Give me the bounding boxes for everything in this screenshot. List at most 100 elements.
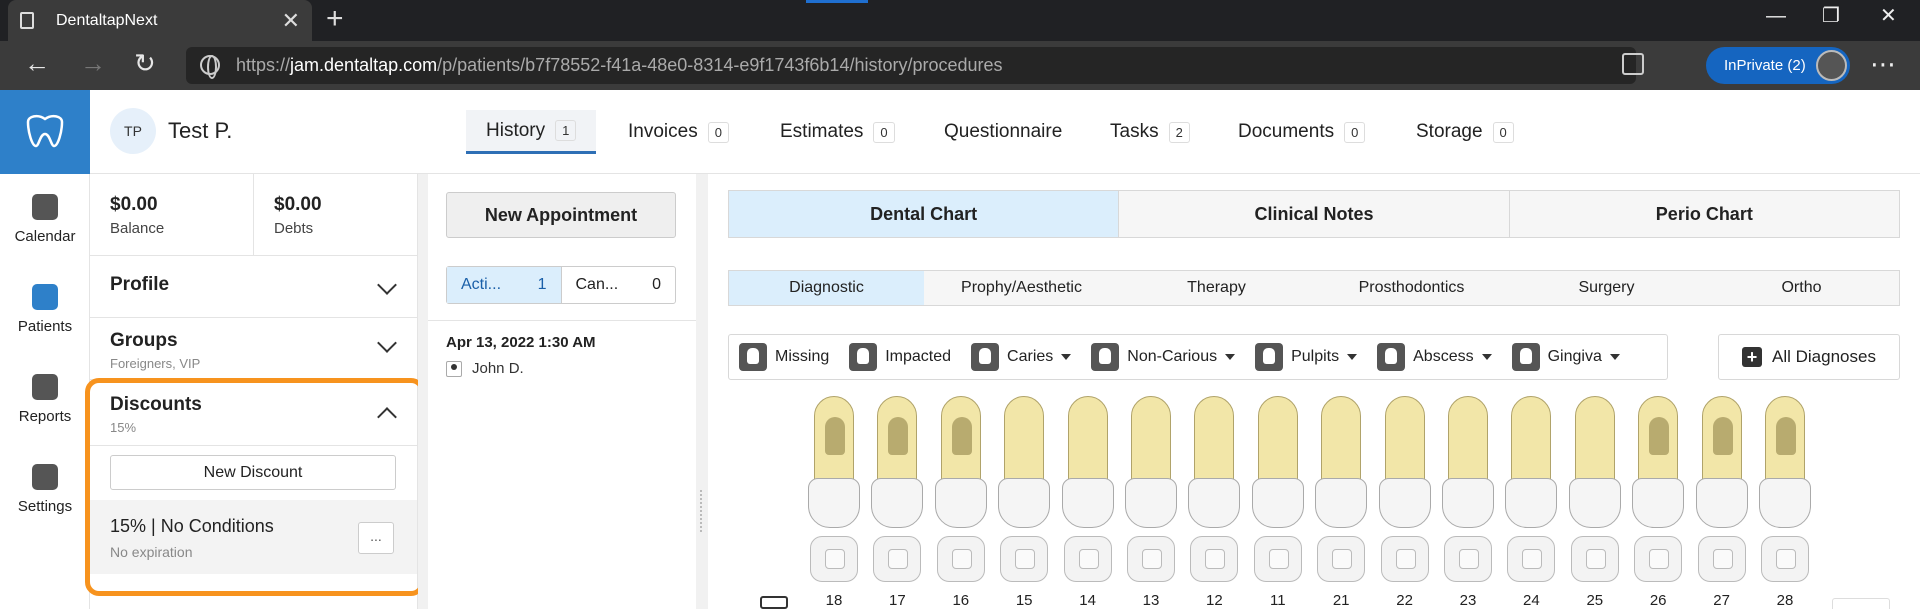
tooth-occlusal	[1000, 536, 1049, 582]
tooth-root	[940, 396, 981, 491]
restore-icon[interactable]: ❐	[1822, 6, 1840, 26]
tooth-crown	[1378, 478, 1431, 528]
refresh-icon[interactable]: ↻	[134, 50, 156, 76]
tooth-logo-icon[interactable]	[0, 90, 90, 174]
accent-strip	[806, 0, 868, 3]
discounts-highlight	[85, 378, 425, 596]
app-rail: Calendar Patients Reports Settings	[0, 90, 90, 609]
caret-down-icon	[1609, 354, 1620, 360]
tooth-root	[1384, 396, 1425, 491]
tooth-occlusal	[1127, 536, 1175, 582]
groups-section[interactable]: Groups Foreigners, VIP	[90, 318, 418, 380]
tab-diagnostic[interactable]: Diagnostic	[729, 271, 924, 305]
groups-subtitle: Foreigners, VIP	[110, 356, 201, 371]
diagnosis-gingiva[interactable]: Gingiva	[1511, 343, 1620, 371]
tab-questionnaire[interactable]: Questionnaire	[924, 110, 1082, 154]
diagnosis-abscess[interactable]: Abscess	[1377, 343, 1492, 371]
balance-card: $0.00 Balance	[90, 174, 254, 256]
tab-history[interactable]: History 1	[466, 110, 597, 154]
chart-column: Dental Chart Clinical Notes Perio Chart …	[708, 174, 1920, 609]
appointment-date[interactable]: Apr 13, 2022 1:30 AM	[446, 334, 596, 351]
tab-ortho[interactable]: Ortho	[1704, 271, 1899, 305]
divider	[428, 320, 696, 321]
back-icon[interactable]: ←	[24, 50, 50, 76]
tooth-number: 12	[1206, 592, 1223, 609]
drag-handle-icon[interactable]	[700, 490, 704, 532]
tooth-occlusal	[1253, 536, 1302, 582]
tab-dental-chart[interactable]: Dental Chart	[729, 191, 1120, 237]
window-close-icon[interactable]: ✕	[1880, 6, 1897, 26]
resize-gutter[interactable]	[696, 174, 708, 609]
tooth-occlusal	[810, 536, 858, 582]
tab-perio-chart[interactable]: Perio Chart	[1509, 191, 1899, 237]
settings-icon	[32, 464, 58, 490]
tooth-number: 21	[1332, 592, 1350, 609]
tooth-number: 13	[1142, 592, 1160, 609]
diagnosis-caries[interactable]: Caries	[971, 343, 1072, 371]
tab-estimates[interactable]: Estimates 0	[760, 110, 915, 154]
url-field[interactable]: https://jam.dentaltap.com/p/patients/b7f…	[186, 47, 1636, 84]
tab-history-count: 1	[555, 120, 577, 141]
inprivate-button[interactable]: InPrivate (2)	[1706, 47, 1850, 84]
all-diagnoses-label: All Diagnoses	[1772, 347, 1876, 366]
tooth-number: 16	[952, 592, 970, 609]
chart-options-button[interactable]	[1832, 598, 1890, 609]
tab-history-label: History	[486, 119, 546, 141]
close-tab-icon[interactable]: ✕	[282, 9, 300, 32]
new-appointment-button[interactable]: New Appointment	[446, 192, 676, 238]
rail-settings[interactable]: Settings	[0, 464, 90, 515]
more-menu-icon[interactable]: ⋯	[1870, 49, 1897, 80]
new-tab-icon[interactable]: +	[326, 4, 344, 34]
tab-documents[interactable]: Documents 0	[1218, 110, 1385, 154]
tab-clinical-notes[interactable]: Clinical Notes	[1119, 191, 1510, 237]
profile-section[interactable]: Profile	[90, 256, 418, 318]
tooth-crown	[1759, 478, 1811, 528]
minimize-icon[interactable]: —	[1766, 6, 1786, 26]
tab-surgery[interactable]: Surgery	[1509, 271, 1704, 305]
caret-down-icon	[1481, 354, 1492, 360]
tab-canceled-appointments[interactable]: Can... 0	[562, 267, 676, 303]
tooth-occlusal	[1444, 536, 1492, 582]
tooth-occlusal	[936, 536, 985, 582]
browser-tab[interactable]: DentaltapNext ✕	[8, 0, 312, 41]
tab-documents-label: Documents	[1238, 121, 1335, 142]
diagnosis-abscess-label: Abscess	[1413, 348, 1474, 365]
tooth-occlusal	[1317, 536, 1366, 582]
tab-tasks[interactable]: Tasks 2	[1090, 110, 1210, 154]
keyboard-icon[interactable]	[760, 596, 788, 609]
page-icon	[20, 12, 34, 29]
tab-canceled-count: 0	[652, 276, 661, 293]
diagnosis-pulpits[interactable]: Pulpits	[1255, 343, 1358, 371]
diagnosis-non-carious[interactable]: Non-Carious	[1091, 343, 1236, 371]
profile-title: Profile	[110, 274, 170, 295]
rail-calendar[interactable]: Calendar	[0, 194, 90, 245]
all-diagnoses-button[interactable]: + All Diagnoses	[1718, 334, 1900, 380]
tooth-crown	[1695, 478, 1748, 528]
appointments-column: New Appointment Acti... 1 Can... 0 Apr 1…	[428, 174, 696, 609]
tab-prosthodontics[interactable]: Prosthodontics	[1314, 271, 1509, 305]
diagnosis-toolbar: Missing Impacted Caries Non-Carious Pulp…	[728, 334, 1668, 380]
diagnosis-non-carious-label: Non-Carious	[1127, 348, 1218, 365]
rail-reports[interactable]: Reports	[0, 374, 90, 425]
tab-active-count: 1	[537, 276, 547, 293]
tooth-root	[814, 396, 854, 491]
plus-icon: +	[1742, 347, 1763, 367]
tooth-occlusal	[1063, 536, 1112, 582]
diagnosis-impacted[interactable]: Impacted	[849, 343, 951, 371]
collections-icon[interactable]	[1622, 53, 1644, 75]
tooth-crown	[1251, 478, 1304, 528]
debts-amount: $0.00	[274, 194, 322, 215]
patient-name: Test P.	[168, 118, 233, 143]
tooth-occlusal	[1761, 536, 1809, 582]
tooth-number: 24	[1523, 592, 1540, 609]
diagnosis-gingiva-label: Gingiva	[1547, 348, 1602, 365]
tab-invoices[interactable]: Invoices 0	[608, 110, 749, 154]
diagnosis-missing[interactable]: Missing	[739, 343, 829, 371]
profile-avatar-icon	[1816, 50, 1847, 81]
tab-prophy-aesthetic[interactable]: Prophy/Aesthetic	[924, 271, 1119, 305]
rail-patients[interactable]: Patients	[0, 284, 90, 335]
tab-storage[interactable]: Storage 0	[1396, 110, 1534, 154]
tab-active-appointments[interactable]: Acti... 1	[447, 267, 562, 303]
tooth-number: 22	[1396, 592, 1413, 609]
tab-therapy[interactable]: Therapy	[1119, 271, 1314, 305]
